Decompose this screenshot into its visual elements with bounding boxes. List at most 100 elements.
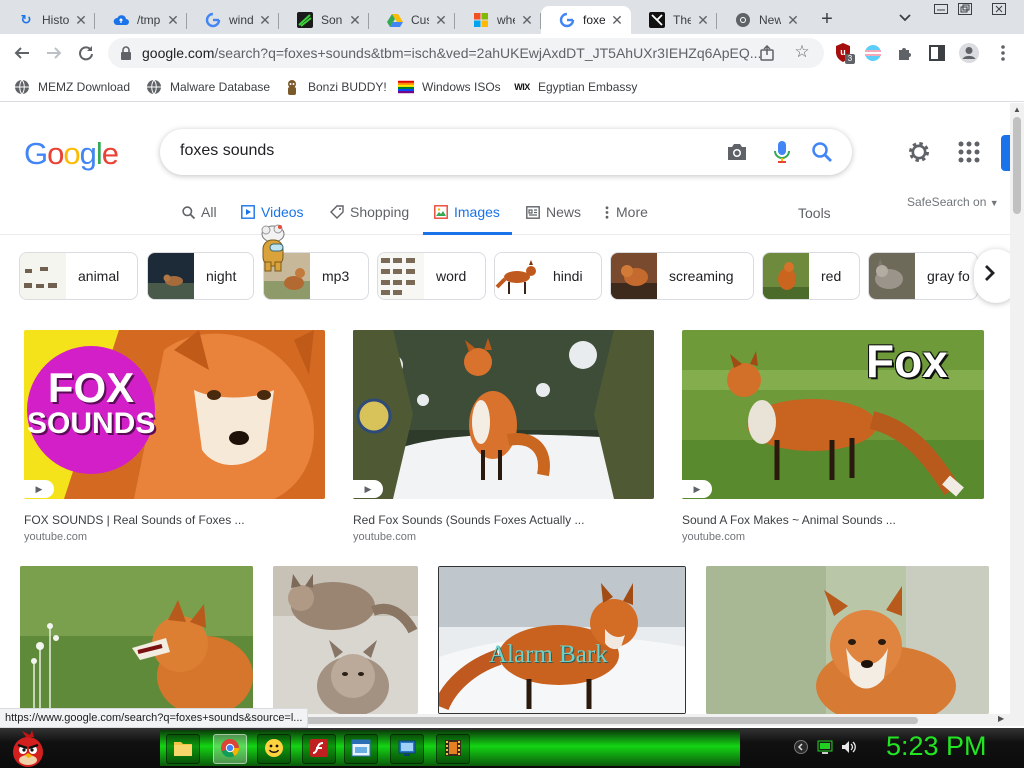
chip-gray-fox[interactable]: gray fo bbox=[868, 252, 978, 300]
menu-kebab-icon[interactable] bbox=[992, 42, 1014, 64]
result-title[interactable]: Sound A Fox Makes ~ Animal Sounds ... bbox=[682, 513, 982, 527]
scroll-right-icon[interactable]: ▶ bbox=[998, 714, 1004, 723]
result-thumbnail[interactable] bbox=[706, 566, 989, 714]
play-icon: ▶ bbox=[682, 480, 712, 498]
close-icon[interactable]: ✕ bbox=[257, 12, 273, 28]
chip-red[interactable]: red bbox=[762, 252, 860, 300]
search-input[interactable]: foxes sounds bbox=[180, 142, 274, 160]
taskbar-explorer[interactable] bbox=[166, 734, 200, 764]
bookmark-egyptian-embassy[interactable]: WIX Egyptian Embassy bbox=[514, 77, 637, 97]
tray-chevron-icon[interactable] bbox=[792, 738, 810, 756]
close-icon[interactable]: ✕ bbox=[433, 12, 449, 28]
tab-the[interactable]: The ✕ bbox=[631, 6, 717, 34]
bookmark-malware-database[interactable]: Malware Database bbox=[146, 77, 270, 97]
tab-tmp[interactable]: /tmp ✕ bbox=[95, 6, 187, 34]
tab-history[interactable]: ↻ Histo ✕ bbox=[0, 6, 95, 34]
taskbar-flash[interactable] bbox=[302, 734, 336, 764]
google-logo[interactable]: Google bbox=[24, 136, 119, 172]
taskbar-bonzi[interactable] bbox=[257, 734, 291, 764]
result-thumbnail[interactable] bbox=[20, 566, 253, 714]
tab-wind[interactable]: wind ✕ bbox=[187, 6, 279, 34]
result-source[interactable]: youtube.com bbox=[24, 531, 87, 543]
sign-in-button[interactable] bbox=[1001, 135, 1010, 171]
extension-shield-icon[interactable]: u 3 bbox=[834, 42, 856, 64]
tab-cust[interactable]: Cust ✕ bbox=[369, 6, 455, 34]
tab-news[interactable]: News bbox=[525, 203, 581, 235]
camera-icon[interactable] bbox=[726, 142, 748, 162]
extension-flag-icon[interactable] bbox=[862, 42, 884, 64]
share-icon[interactable] bbox=[758, 44, 776, 62]
close-icon[interactable]: ✕ bbox=[73, 12, 89, 28]
puzzle-extensions-icon[interactable] bbox=[894, 42, 916, 64]
taskbar-media-app[interactable] bbox=[436, 734, 470, 764]
vertical-scrollbar[interactable]: ▲ bbox=[1010, 103, 1024, 714]
chevron-down-icon[interactable] bbox=[896, 9, 914, 27]
result-source[interactable]: youtube.com bbox=[682, 531, 745, 543]
result-title[interactable]: FOX SOUNDS | Real Sounds of Foxes ... bbox=[24, 513, 324, 527]
close-icon[interactable]: ✕ bbox=[609, 12, 625, 28]
url-text[interactable]: google.com/search?q=foxes+sounds&tbm=isc… bbox=[142, 45, 761, 61]
taskbar-clock[interactable]: 5:23 PM bbox=[886, 731, 987, 762]
taskbar-chrome[interactable] bbox=[213, 734, 247, 764]
monitor-icon bbox=[397, 739, 417, 760]
angry-bird-start-icon[interactable] bbox=[8, 728, 48, 768]
tab-more[interactable]: More bbox=[603, 203, 648, 235]
bookmark-windows-isos[interactable]: Windows ISOs bbox=[398, 77, 501, 97]
result-source[interactable]: youtube.com bbox=[353, 531, 416, 543]
tab-title: New bbox=[759, 13, 781, 27]
gear-icon[interactable] bbox=[906, 139, 932, 165]
result-thumbnail[interactable] bbox=[273, 566, 418, 714]
tab-sonic[interactable]: Soni ✕ bbox=[279, 6, 369, 34]
profile-avatar[interactable] bbox=[958, 42, 980, 64]
close-window-button[interactable] bbox=[984, 0, 1014, 18]
tools-button[interactable]: Tools bbox=[798, 205, 831, 221]
chrome-icon bbox=[220, 738, 240, 761]
close-icon[interactable]: ✕ bbox=[695, 12, 711, 28]
search-box[interactable]: foxes sounds bbox=[160, 129, 852, 175]
back-button[interactable] bbox=[10, 41, 34, 65]
chip-screaming[interactable]: screaming bbox=[610, 252, 754, 300]
side-panel-icon[interactable] bbox=[926, 42, 948, 64]
scroll-up-icon[interactable]: ▲ bbox=[1013, 105, 1021, 114]
chip-animal[interactable]: animal bbox=[19, 252, 138, 300]
tab-shopping[interactable]: Shopping bbox=[329, 203, 409, 235]
restore-button[interactable] bbox=[950, 0, 980, 18]
forward-button[interactable] bbox=[42, 41, 66, 65]
result-title[interactable]: Red Fox Sounds (Sounds Foxes Actually ..… bbox=[353, 513, 653, 527]
chip-word[interactable]: word bbox=[377, 252, 486, 300]
close-icon[interactable]: ✕ bbox=[519, 12, 535, 28]
taskbar-window-app[interactable] bbox=[344, 734, 378, 764]
chip-hindi[interactable]: hindi bbox=[494, 252, 602, 300]
volume-icon[interactable] bbox=[840, 738, 858, 756]
close-icon[interactable]: ✕ bbox=[785, 12, 801, 28]
address-bar[interactable]: google.com/search?q=foxes+sounds&tbm=isc… bbox=[108, 38, 824, 68]
chips-next-button[interactable] bbox=[974, 249, 1010, 303]
bookmark-memz[interactable]: MEMZ Download bbox=[14, 77, 130, 97]
taskbar-screen-app[interactable] bbox=[390, 734, 424, 764]
safesearch-toggle[interactable]: SafeSearch on ▼ bbox=[907, 195, 999, 209]
result-thumbnail[interactable]: ▶ bbox=[353, 330, 654, 499]
scrollbar-thumb[interactable] bbox=[1013, 117, 1021, 214]
tab-images[interactable]: Images bbox=[423, 203, 512, 235]
chip-thumbnail bbox=[763, 253, 809, 299]
new-tab-button[interactable]: + bbox=[816, 8, 838, 30]
result-thumbnail[interactable]: Alarm Bark bbox=[438, 566, 686, 714]
close-icon[interactable]: ✕ bbox=[347, 12, 363, 28]
apps-grid-icon[interactable] bbox=[958, 141, 980, 163]
close-icon[interactable]: ✕ bbox=[165, 12, 181, 28]
lock-icon[interactable] bbox=[120, 46, 132, 60]
tab-all[interactable]: All bbox=[180, 203, 217, 235]
network-icon[interactable] bbox=[816, 738, 834, 756]
newspaper-icon bbox=[525, 204, 541, 220]
search-icon[interactable] bbox=[811, 141, 833, 163]
result-thumbnail[interactable]: FOX SOUNDS ▶ bbox=[24, 330, 325, 499]
result-thumbnail[interactable]: Fox ▶ bbox=[682, 330, 984, 499]
microphone-icon[interactable] bbox=[774, 140, 790, 164]
bookmark-bonzi-buddy[interactable]: Bonzi BUDDY! bbox=[284, 77, 387, 97]
reload-button[interactable] bbox=[74, 41, 98, 65]
tab-whe[interactable]: whe ✕ bbox=[455, 6, 541, 34]
tab-foxes[interactable]: foxe ✕ bbox=[541, 6, 631, 34]
tab-new[interactable]: New ✕ bbox=[717, 6, 807, 34]
chip-night[interactable]: night bbox=[147, 252, 254, 300]
star-icon[interactable]: ☆ bbox=[792, 42, 812, 62]
